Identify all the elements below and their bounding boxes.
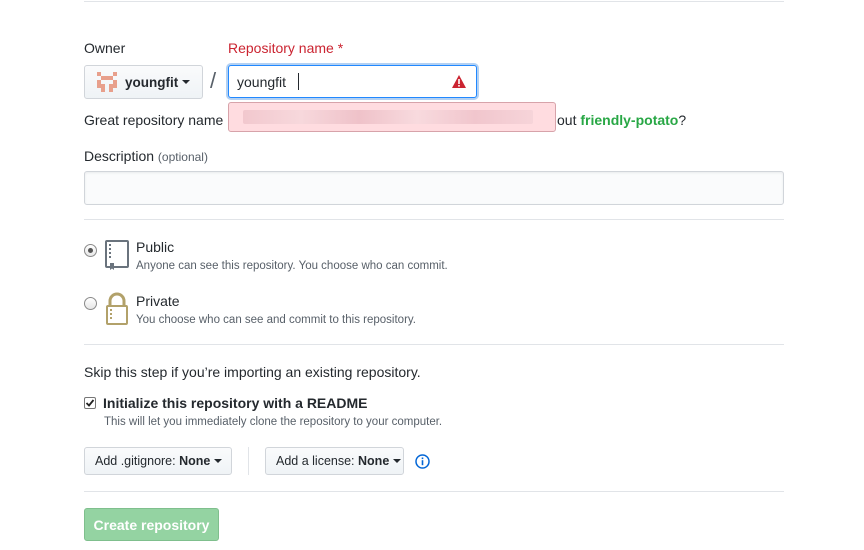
top-divider <box>84 1 784 2</box>
divider <box>84 344 784 345</box>
public-title: Public <box>136 239 175 255</box>
owner-label: Owner <box>84 40 126 56</box>
create-repository-button[interactable]: Create repository <box>84 508 219 541</box>
description-label: Description (optional) <box>84 148 208 164</box>
repo-name-label: Repository name * <box>228 40 344 56</box>
redacted-error-text <box>243 110 533 124</box>
private-title: Private <box>136 293 180 309</box>
private-radio[interactable] <box>84 297 97 310</box>
readme-checkbox[interactable] <box>84 397 96 409</box>
readme-desc: This will let you immediately clone the … <box>104 416 443 428</box>
repo-book-icon <box>104 239 130 274</box>
public-radio[interactable] <box>84 244 97 257</box>
owner-repo-separator: / <box>210 68 217 93</box>
gitignore-select[interactable]: Add .gitignore: None <box>84 447 232 475</box>
public-desc: Anyone can see this repository. You choo… <box>136 260 448 272</box>
readme-label[interactable]: Initialize this repository with a README <box>103 395 367 411</box>
identicon-avatar <box>97 72 117 92</box>
suggestion-text: out friendly-potato? <box>557 112 687 128</box>
divider <box>84 491 784 492</box>
license-select[interactable]: Add a license: None <box>265 447 404 475</box>
chevron-down-icon <box>182 80 191 84</box>
description-input[interactable] <box>84 171 784 205</box>
divider <box>84 219 784 220</box>
chevron-down-icon <box>393 459 402 463</box>
info-icon[interactable] <box>415 454 430 472</box>
owner-name: youngfit <box>125 74 179 90</box>
warning-icon <box>451 74 467 92</box>
lock-icon <box>104 292 130 329</box>
text-cursor <box>298 73 299 90</box>
repo-name-value: youngfit <box>237 74 287 90</box>
owner-select[interactable]: youngfit <box>84 65 203 99</box>
vertical-divider <box>248 447 249 475</box>
import-note: Skip this step if you’re importing an ex… <box>84 364 421 380</box>
suggested-name[interactable]: friendly-potato <box>580 112 678 128</box>
private-desc: You choose who can see and commit to thi… <box>136 314 416 326</box>
repo-name-field[interactable]: youngfit <box>228 65 477 98</box>
suggestion-prefix: Great repository name <box>84 112 224 128</box>
chevron-down-icon <box>214 459 223 463</box>
repo-name-error-popup <box>228 102 556 132</box>
